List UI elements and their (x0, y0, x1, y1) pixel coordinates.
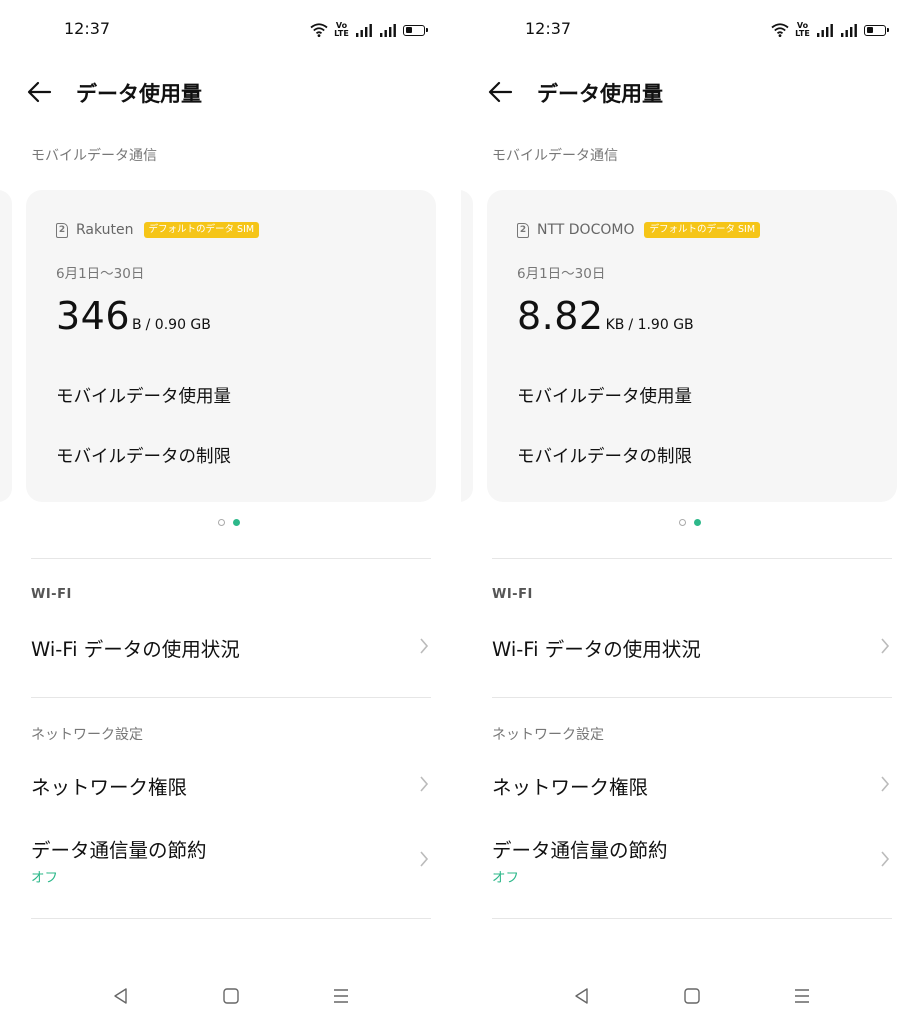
sim-info: 2 Rakuten デフォルトのデータ SIM (56, 222, 260, 238)
nav-back-icon[interactable] (111, 986, 131, 1006)
status-bar: 12:37 Vo LTE (461, 0, 922, 60)
usage-limit: / 1.90 GB (628, 317, 694, 333)
section-mobile-data: モバイルデータ通信 (492, 148, 618, 164)
signal-icon (841, 24, 857, 37)
data-saver-label: データ通信量の節約 (31, 839, 207, 862)
screen-rakuten: 12:37 Vo LTE データ使用量 モバイルデータ通信 2 Rakuten … (0, 0, 461, 1024)
status-time: 12:37 (64, 19, 111, 38)
pager-dot[interactable] (218, 519, 225, 526)
network-permissions-label: ネットワーク権限 (31, 776, 188, 799)
app-header: データ使用量 (461, 70, 922, 114)
card-pager (218, 519, 248, 526)
sim-card-usage[interactable]: 2 NTT DOCOMO デフォルトのデータ SIM 6月1日〜30日 8.82… (487, 190, 897, 502)
wifi-usage-row[interactable]: Wi-Fi データの使用状況 (461, 617, 922, 677)
volte-icon: Vo LTE (795, 21, 810, 38)
divider (492, 558, 892, 559)
sim-card-icon: 2 (517, 222, 529, 238)
status-icons: Vo LTE (310, 20, 431, 40)
chevron-right-icon (420, 638, 429, 654)
default-sim-badge: デフォルトのデータ SIM (143, 222, 260, 238)
data-saver-state: オフ (31, 870, 58, 886)
page-title: データ使用量 (537, 82, 663, 106)
pager-dot-active[interactable] (694, 519, 701, 526)
network-permissions-label: ネットワーク権限 (492, 776, 649, 799)
signal-icon (380, 24, 396, 37)
data-saver-state: オフ (492, 870, 519, 886)
chevron-right-icon (420, 851, 429, 867)
usage-value: 8.82 (517, 294, 604, 338)
section-wifi: WI-FI (492, 587, 533, 602)
wifi-icon (310, 23, 328, 37)
section-mobile-data: モバイルデータ通信 (31, 148, 157, 164)
battery-icon (403, 24, 428, 36)
divider (31, 558, 431, 559)
sim-card-icon: 2 (56, 222, 68, 238)
usage-unit: B (132, 317, 142, 333)
wifi-usage-label: Wi-Fi データの使用状況 (31, 638, 240, 661)
divider (492, 697, 892, 698)
sim-info: 2 NTT DOCOMO デフォルトのデータ SIM (517, 222, 761, 238)
battery-icon (864, 24, 889, 36)
data-saver-row[interactable]: データ通信量の節約 オフ (0, 820, 461, 900)
section-network: ネットワーク設定 (492, 727, 604, 743)
billing-period: 6月1日〜30日 (517, 266, 606, 282)
arrow-left-icon[interactable] (485, 78, 517, 106)
divider (492, 918, 892, 919)
chevron-right-icon (881, 776, 890, 792)
status-bar: 12:37 Vo LTE (0, 0, 461, 60)
pager-dot-active[interactable] (233, 519, 240, 526)
section-wifi: WI-FI (31, 587, 72, 602)
section-network: ネットワーク設定 (31, 727, 143, 743)
data-saver-row[interactable]: データ通信量の節約 オフ (461, 820, 922, 900)
chevron-right-icon (420, 776, 429, 792)
app-header: データ使用量 (0, 70, 461, 114)
nav-home-icon[interactable] (682, 986, 702, 1006)
carrier-name: NTT DOCOMO (537, 222, 635, 238)
volte-icon: Vo LTE (334, 21, 349, 38)
sim-card-usage[interactable]: 2 Rakuten デフォルトのデータ SIM 6月1日〜30日 346 B /… (26, 190, 436, 502)
adjacent-card[interactable] (461, 190, 473, 502)
divider (31, 918, 431, 919)
data-saver-label: データ通信量の節約 (492, 839, 668, 862)
status-time: 12:37 (525, 19, 572, 38)
billing-period: 6月1日〜30日 (56, 266, 145, 282)
carrier-name: Rakuten (76, 222, 134, 238)
chevron-right-icon (881, 638, 890, 654)
usage-readout: 346 B / 0.90 GB (56, 294, 211, 338)
network-permissions-row[interactable]: ネットワーク権限 (461, 755, 922, 815)
card-pager (679, 519, 709, 526)
mobile-data-limit-link[interactable]: モバイルデータの制限 (517, 443, 692, 468)
page-title: データ使用量 (76, 82, 202, 106)
arrow-left-icon[interactable] (24, 78, 56, 106)
mobile-data-usage-link[interactable]: モバイルデータ使用量 (56, 383, 231, 408)
nav-back-icon[interactable] (572, 986, 592, 1006)
signal-icon (817, 24, 833, 37)
default-sim-badge: デフォルトのデータ SIM (644, 222, 761, 238)
nav-recents-icon[interactable] (331, 986, 351, 1006)
usage-unit: KB (605, 317, 625, 333)
usage-readout: 8.82 KB / 1.90 GB (517, 294, 694, 338)
navigation-bar (461, 980, 922, 1012)
nav-recents-icon[interactable] (792, 986, 812, 1006)
chevron-right-icon (881, 851, 890, 867)
network-permissions-row[interactable]: ネットワーク権限 (0, 755, 461, 815)
mobile-data-usage-link[interactable]: モバイルデータ使用量 (517, 383, 692, 408)
usage-value: 346 (56, 294, 131, 338)
nav-home-icon[interactable] (221, 986, 241, 1006)
screen-docomo: 12:37 Vo LTE データ使用量 モバイルデータ通信 2 NTT DOCO… (461, 0, 922, 1024)
signal-icon (356, 24, 372, 37)
wifi-usage-row[interactable]: Wi-Fi データの使用状況 (0, 617, 461, 677)
usage-limit: / 0.90 GB (145, 317, 211, 333)
mobile-data-limit-link[interactable]: モバイルデータの制限 (56, 443, 231, 468)
pager-dot[interactable] (679, 519, 686, 526)
status-icons: Vo LTE (771, 20, 892, 40)
navigation-bar (0, 980, 461, 1012)
wifi-icon (771, 23, 789, 37)
divider (31, 697, 431, 698)
adjacent-card[interactable] (0, 190, 12, 502)
wifi-usage-label: Wi-Fi データの使用状況 (492, 638, 701, 661)
